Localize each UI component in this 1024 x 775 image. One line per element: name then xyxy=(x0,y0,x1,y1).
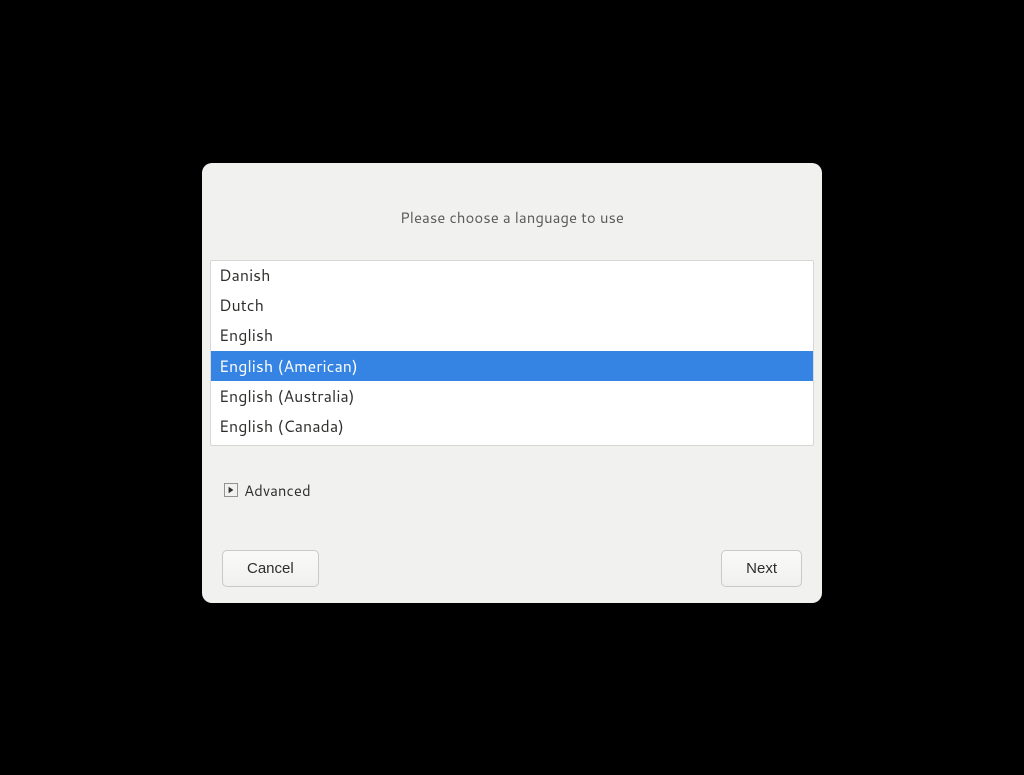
expand-right-icon xyxy=(224,483,238,497)
list-item[interactable]: English xyxy=(211,321,813,351)
list-item[interactable]: English (American) xyxy=(211,351,813,381)
next-button[interactable]: Next xyxy=(721,550,802,587)
language-dialog: Please choose a language to use Danish D… xyxy=(202,163,822,603)
advanced-label: Advanced xyxy=(244,480,311,501)
list-item[interactable]: English (Canada) xyxy=(211,411,813,441)
list-item[interactable]: Danish xyxy=(211,261,813,291)
language-list[interactable]: Danish Dutch English English (American) … xyxy=(210,260,814,446)
cancel-button[interactable]: Cancel xyxy=(222,550,319,587)
list-item[interactable]: English (Australia) xyxy=(211,381,813,411)
list-item[interactable]: Dutch xyxy=(211,291,813,321)
button-bar: Cancel Next xyxy=(222,530,802,587)
list-item[interactable]: English (Ireland) xyxy=(211,442,813,446)
dialog-prompt: Please choose a language to use xyxy=(222,207,802,228)
advanced-expander[interactable]: Advanced xyxy=(224,480,311,501)
